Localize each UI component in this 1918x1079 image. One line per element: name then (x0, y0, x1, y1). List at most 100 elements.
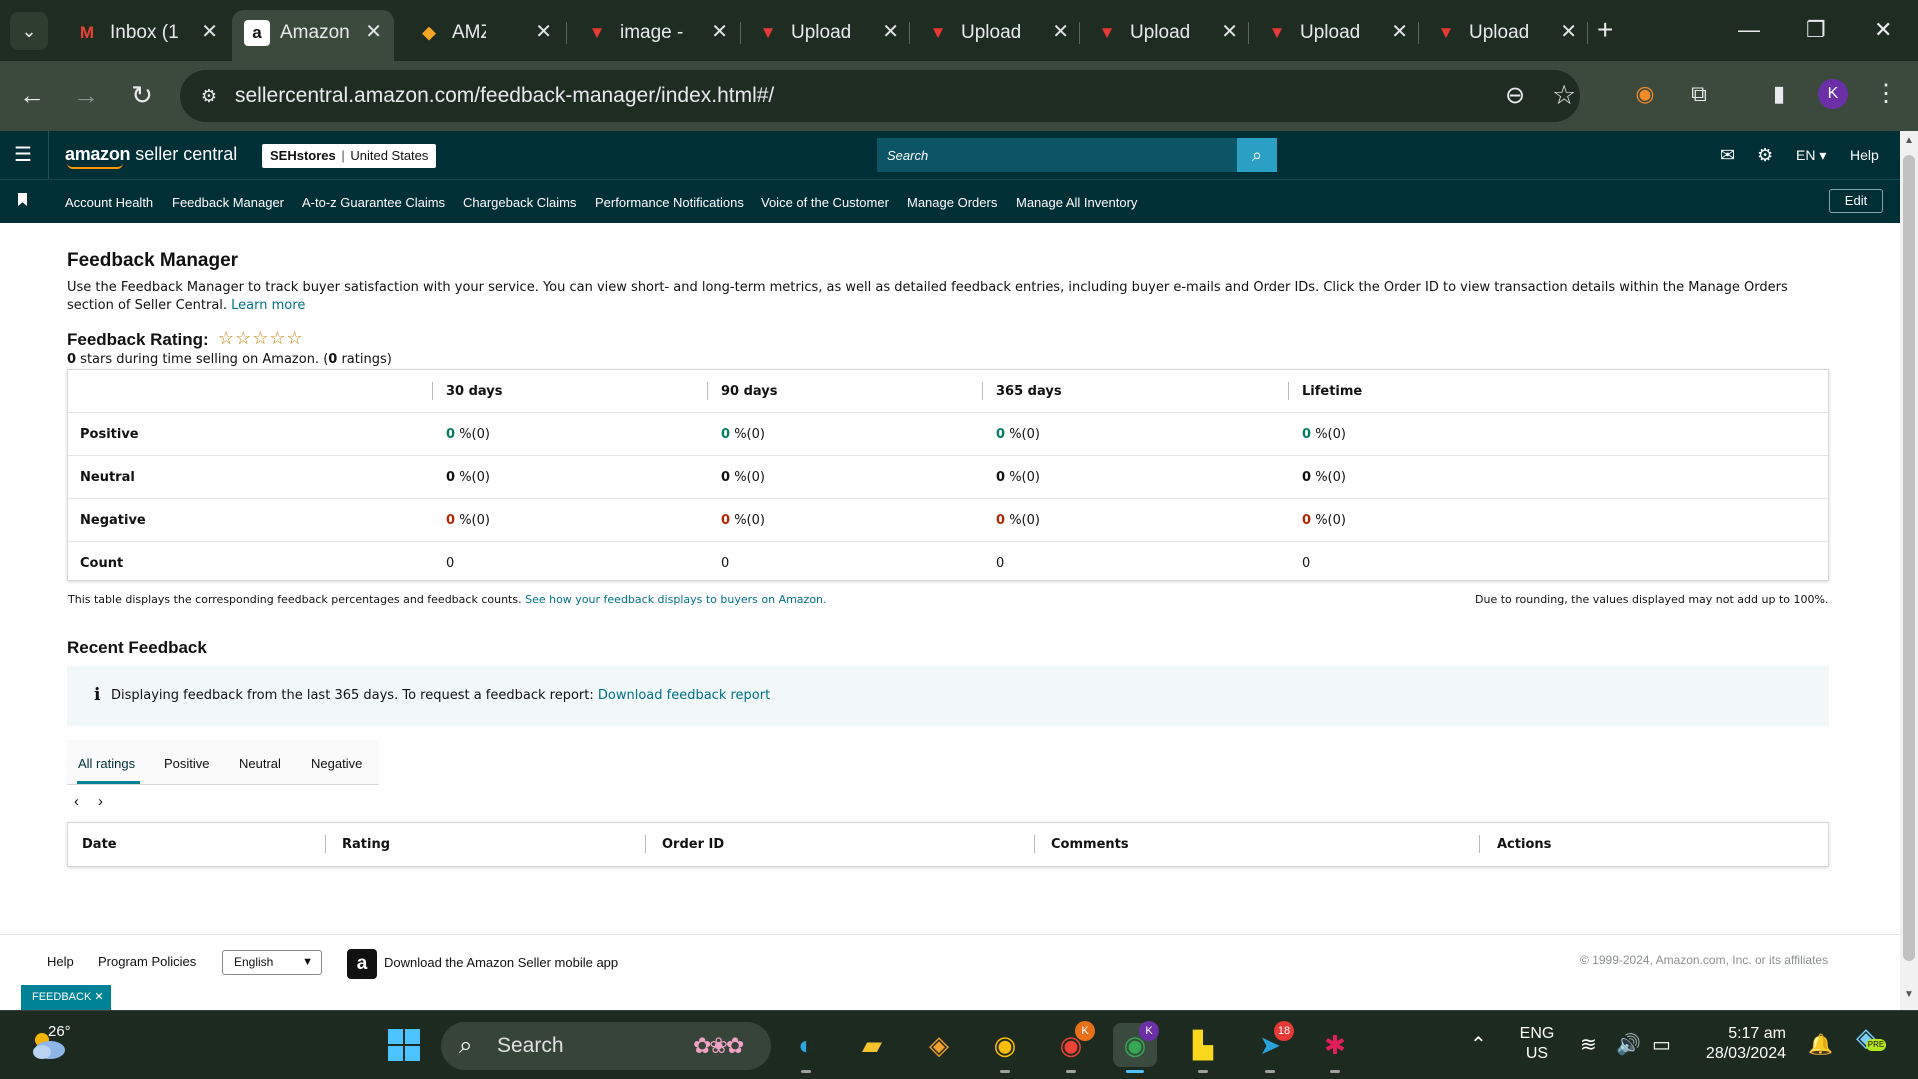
close-window-icon[interactable]: ✕ (1874, 10, 1892, 50)
edge-browser-icon[interactable]: ◐ (784, 1023, 828, 1073)
browser-tab[interactable]: ▼ Upload ✕ (913, 10, 1081, 61)
close-icon[interactable]: ✕ (365, 18, 382, 46)
close-icon[interactable]: ✕ (1391, 18, 1408, 46)
nav-feedback-manager[interactable]: Feedback Manager (172, 194, 284, 212)
search-icon[interactable]: ⌕ (1237, 138, 1277, 172)
browser-tab[interactable]: ▼ Upload ✕ (743, 10, 911, 61)
sticky-notes-icon[interactable]: ▙ (1181, 1023, 1225, 1073)
nav-a-to-z-claims[interactable]: A-to-z Guarantee Claims (302, 194, 445, 212)
address-bar[interactable]: ⚙ sellercentral.amazon.com/feedback-mana… (180, 70, 1580, 122)
scroll-thumb[interactable] (1903, 155, 1915, 961)
close-icon[interactable]: ✕ (711, 18, 728, 46)
copilot-icon[interactable]: ◈ PRE (1856, 1024, 1886, 1051)
wifi-icon[interactable]: ≋ (1580, 1033, 1597, 1057)
close-icon[interactable]: ✕ (201, 18, 218, 46)
browser-tab-active[interactable]: a Amazon ✕ (232, 10, 394, 61)
tab-negative[interactable]: Negative (311, 755, 362, 773)
gear-icon[interactable]: ⚙ (1757, 143, 1773, 167)
amazon-app-icon[interactable]: a (347, 949, 377, 979)
nav-performance-notifications[interactable]: Performance Notifications (595, 194, 744, 212)
profile-avatar[interactable]: K (1818, 79, 1848, 109)
back-arrow-icon[interactable]: ← (14, 77, 50, 113)
slack-icon[interactable]: ✱ (1313, 1023, 1357, 1073)
file-explorer-icon[interactable]: ▰ (850, 1023, 894, 1067)
zoom-icon[interactable]: ⊖ (1505, 82, 1525, 110)
battery-icon[interactable]: ▭ (1652, 1033, 1671, 1057)
nav-voice-of-customer[interactable]: Voice of the Customer (761, 194, 889, 212)
input-language[interactable]: ENG US (1517, 1024, 1557, 1064)
scroll-down-arrow-icon[interactable]: ▼ (1904, 989, 1914, 1000)
bookmark-icon[interactable] (18, 193, 27, 206)
close-icon[interactable]: ✕ (882, 18, 899, 46)
new-tab-plus-icon[interactable]: + (1597, 14, 1613, 46)
column-header-order-id[interactable]: Order ID (662, 823, 724, 866)
chrome-profile-icon[interactable]: ◉ K (1049, 1021, 1095, 1073)
brave-browser-icon[interactable]: ◈ (917, 1023, 961, 1067)
download-report-link[interactable]: Download feedback report (598, 688, 770, 703)
forward-arrow-icon[interactable]: → (68, 77, 104, 113)
footer-help-link[interactable]: Help (47, 953, 74, 971)
scroll-up-arrow-icon[interactable]: ▲ (1904, 135, 1914, 146)
tab-search-button[interactable]: ⌄ (10, 12, 48, 50)
footer-program-policies-link[interactable]: Program Policies (98, 953, 196, 971)
chevron-right-icon[interactable]: › (98, 792, 103, 812)
chevron-left-icon[interactable]: ‹ (74, 792, 79, 812)
column-header-rating[interactable]: Rating (342, 823, 390, 866)
weather-temperature[interactable]: 26° (48, 1023, 71, 1041)
close-icon[interactable]: ✕ (535, 18, 552, 46)
telegram-icon[interactable]: ➤ 18 (1248, 1021, 1294, 1073)
store-switcher[interactable]: SEHstores | United States (262, 144, 437, 168)
more-menu-icon[interactable]: ⋮ (1874, 79, 1898, 109)
extensions-puzzle-icon[interactable]: ⧉ (1684, 79, 1714, 109)
notification-bell-icon[interactable]: 🔔 (1808, 1033, 1833, 1057)
column-header-date[interactable]: Date (82, 823, 117, 866)
learn-more-link[interactable]: Learn more (231, 298, 305, 313)
tab-positive[interactable]: Positive (164, 755, 210, 773)
feedback-button[interactable]: FEEDBACK ✕ (21, 985, 111, 1010)
taskbar-search[interactable]: ⌕ Search ✿❀✿ (441, 1022, 771, 1070)
browser-tab[interactable]: ▼ image - ✕ (572, 10, 740, 61)
browser-tab[interactable]: ◆ AMZ EC ✕ (404, 10, 564, 61)
seller-central-logo[interactable]: amazon seller central (65, 142, 237, 169)
nav-manage-inventory[interactable]: Manage All Inventory (1016, 194, 1137, 212)
minimize-icon[interactable]: — (1738, 10, 1760, 50)
close-icon[interactable]: ✕ (1560, 18, 1577, 46)
browser-tab[interactable]: ▼ Upload ✕ (1252, 10, 1420, 61)
site-info-icon[interactable]: ⚙ (196, 83, 222, 109)
download-app-link[interactable]: Download the Amazon Seller mobile app (384, 954, 618, 972)
browser-tab[interactable]: M Inbox (1 ✕ (62, 10, 230, 61)
help-link[interactable]: Help (1850, 145, 1879, 165)
mail-icon[interactable]: ✉ (1720, 143, 1735, 167)
column-header-actions[interactable]: Actions (1497, 823, 1551, 866)
feedback-display-link[interactable]: See how your feedback displays to buyers… (525, 593, 826, 606)
page-scrollbar[interactable]: ▲ ▼ (1900, 131, 1918, 1010)
reload-icon[interactable]: ↻ (124, 77, 160, 113)
nav-manage-orders[interactable]: Manage Orders (907, 194, 997, 212)
browser-tab[interactable]: ▼ Upload ✕ (1421, 10, 1589, 61)
side-panel-icon[interactable]: ▮ (1764, 79, 1794, 109)
bookmark-star-icon[interactable]: ☆ (1552, 80, 1576, 110)
table-cell: 0 %(0) (996, 499, 1040, 542)
column-header-comments[interactable]: Comments (1051, 823, 1129, 866)
chevron-up-icon[interactable]: ⌃ (1470, 1033, 1487, 1057)
footer-language-select[interactable]: English ▼ (222, 950, 322, 975)
volume-icon[interactable]: 🔊 (1616, 1033, 1641, 1057)
close-icon[interactable]: ✕ (1221, 18, 1238, 46)
url-text[interactable]: sellercentral.amazon.com/feedback-manage… (235, 70, 774, 122)
windows-start-icon[interactable] (382, 1023, 426, 1067)
extension-icon[interactable]: ◉ (1630, 79, 1660, 109)
nav-account-health[interactable]: Account Health (65, 194, 153, 212)
chrome-active-icon[interactable]: ◉ K (1113, 1021, 1159, 1073)
hamburger-menu-icon[interactable]: ☰ (14, 143, 32, 167)
close-icon[interactable]: ✕ (1052, 18, 1069, 46)
search-input[interactable] (877, 138, 1237, 172)
clock[interactable]: 5:17 am 28/03/2024 (1694, 1024, 1786, 1064)
language-selector[interactable]: EN ▾ (1796, 145, 1826, 165)
chrome-profile-icon[interactable]: ◉ (983, 1023, 1027, 1073)
nav-chargeback-claims[interactable]: Chargeback Claims (463, 194, 576, 212)
tab-neutral[interactable]: Neutral (239, 755, 281, 773)
edit-bookmarks-button[interactable]: Edit (1829, 189, 1883, 213)
browser-tab[interactable]: ▼ Upload ✕ (1082, 10, 1250, 61)
restore-icon[interactable]: ❐ (1806, 10, 1826, 50)
tab-all-ratings[interactable]: All ratings (78, 755, 135, 773)
